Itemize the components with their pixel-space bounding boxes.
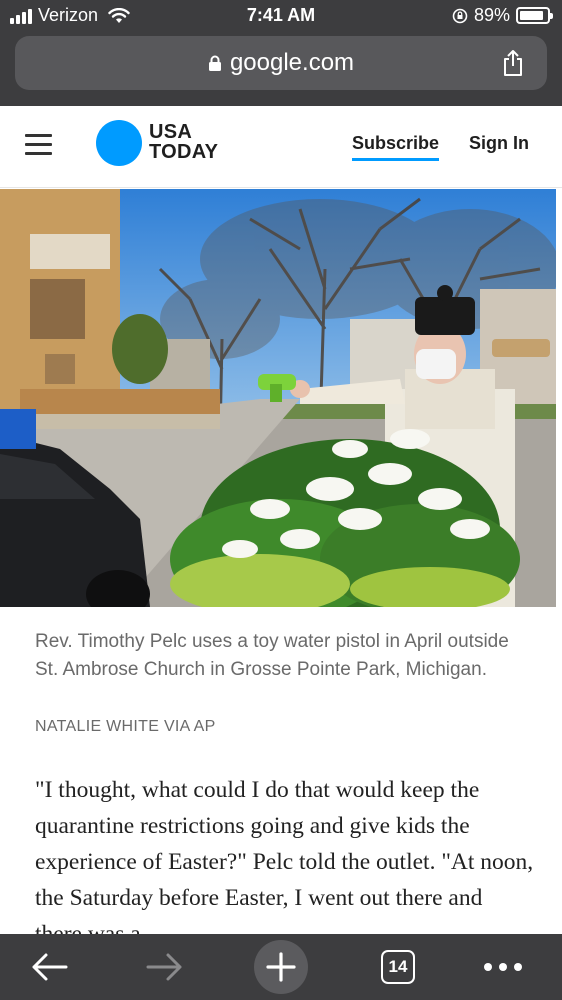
photo-caption: Rev. Timothy Pelc uses a toy water pisto… — [35, 631, 509, 680]
battery-icon — [516, 7, 553, 24]
tab-switcher-button[interactable]: 14 — [375, 944, 421, 990]
article-photo[interactable] — [0, 189, 556, 607]
lock-icon — [208, 55, 221, 71]
forward-button[interactable] — [142, 944, 188, 990]
usa-today-logo-text[interactable]: USA TODAY — [149, 122, 218, 162]
browser-toolbar: 14 — [0, 934, 562, 1000]
url-text: google.com — [229, 49, 355, 76]
status-bar: Verizon 7:41 AM 89% — [0, 0, 562, 32]
new-tab-circle — [254, 940, 308, 994]
address-bar[interactable]: google.com — [15, 36, 547, 90]
site-header: USA TODAY Subscribe Sign In — [0, 106, 562, 188]
share-icon[interactable] — [501, 49, 525, 77]
status-right: 89% — [452, 5, 553, 26]
usa-today-logo-mark[interactable] — [96, 120, 142, 166]
arrow-right-icon — [146, 953, 182, 981]
battery-fill — [520, 11, 544, 20]
more-dots-icon — [484, 963, 522, 971]
sign-in-link[interactable]: Sign In — [469, 133, 529, 154]
logo-line-2: TODAY — [149, 141, 219, 163]
rotation-lock-icon — [452, 8, 468, 23]
back-button[interactable] — [26, 944, 72, 990]
browser-top-bar: Verizon 7:41 AM 89% google.com — [0, 0, 562, 106]
battery-percent: 89% — [473, 5, 510, 25]
address-bar-content: google.com — [15, 36, 547, 90]
arrow-left-icon — [32, 953, 68, 981]
menu-icon[interactable] — [25, 134, 52, 155]
logo-line-1: USA — [149, 121, 193, 143]
photo-credit: NATALIE WHITE VIA AP — [35, 718, 216, 735]
tab-count: 14 — [381, 950, 415, 984]
photo-illustration — [0, 189, 556, 607]
new-tab-button[interactable] — [253, 940, 309, 994]
more-menu-button[interactable] — [480, 944, 526, 990]
subscribe-link[interactable]: Subscribe — [352, 133, 440, 161]
article-paragraph: "I thought, what could I do that would k… — [35, 777, 534, 947]
plus-icon — [266, 952, 296, 982]
